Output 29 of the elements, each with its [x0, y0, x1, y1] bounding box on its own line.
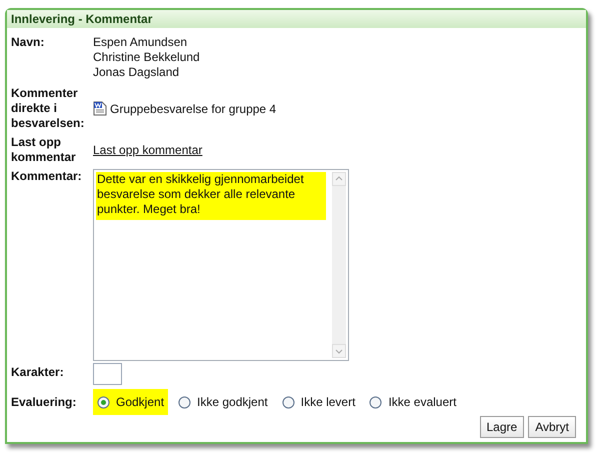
radio-icon: [178, 396, 192, 408]
document-link[interactable]: Gruppebesvarelse for gruppe 4: [93, 100, 276, 118]
dialog-button[interactable]: Lagre: [480, 416, 524, 438]
radio-icon: [369, 396, 382, 408]
radio-icon: [97, 396, 110, 408]
evaluation-radio[interactable]: Ikke godkjent: [174, 389, 272, 415]
field-label: Navn:: [11, 35, 46, 51]
student-name: Espen Amundsen: [93, 35, 188, 50]
evaluation-radio[interactable]: Godkjent: [93, 389, 168, 415]
student-name: Jonas Dagsland: [93, 65, 180, 80]
comment-text: Dette var en skikkelig gjennomarbeidet besvarelse som dekker alle relevante punkter. Meget bra!: [96, 172, 326, 220]
upload-link[interactable]: Last opp kommentar: [93, 141, 202, 159]
scrollbar[interactable]: [332, 172, 346, 358]
dialog-button[interactable]: Avbryt: [528, 416, 576, 438]
student-name: Christine Bekkelund: [93, 50, 200, 65]
panel-title: Innlevering - Kommentar: [7, 10, 586, 28]
scroll-up-icon: [332, 172, 346, 186]
field-label: Kommentar:: [11, 169, 83, 185]
radio-icon: [282, 396, 295, 408]
field-label: Evaluering:: [11, 394, 78, 410]
document-icon: [93, 101, 107, 116]
field-label: Karakter:: [11, 365, 65, 380]
comment-textarea[interactable]: Dette var en skikkelig gjennomarbeidet besvarelse som dekker alle relevante punkter. Meget bra!: [93, 169, 349, 361]
grade-field[interactable]: [93, 363, 122, 385]
evaluation-radio[interactable]: Ikke evaluert: [365, 389, 460, 415]
field-label: Last opp kommentar: [11, 135, 77, 165]
scroll-down-icon: [332, 344, 346, 358]
field-label: Kommenter direkte i besvarelsen:: [11, 86, 86, 131]
evaluation-radio[interactable]: Ikke levert: [278, 389, 360, 415]
